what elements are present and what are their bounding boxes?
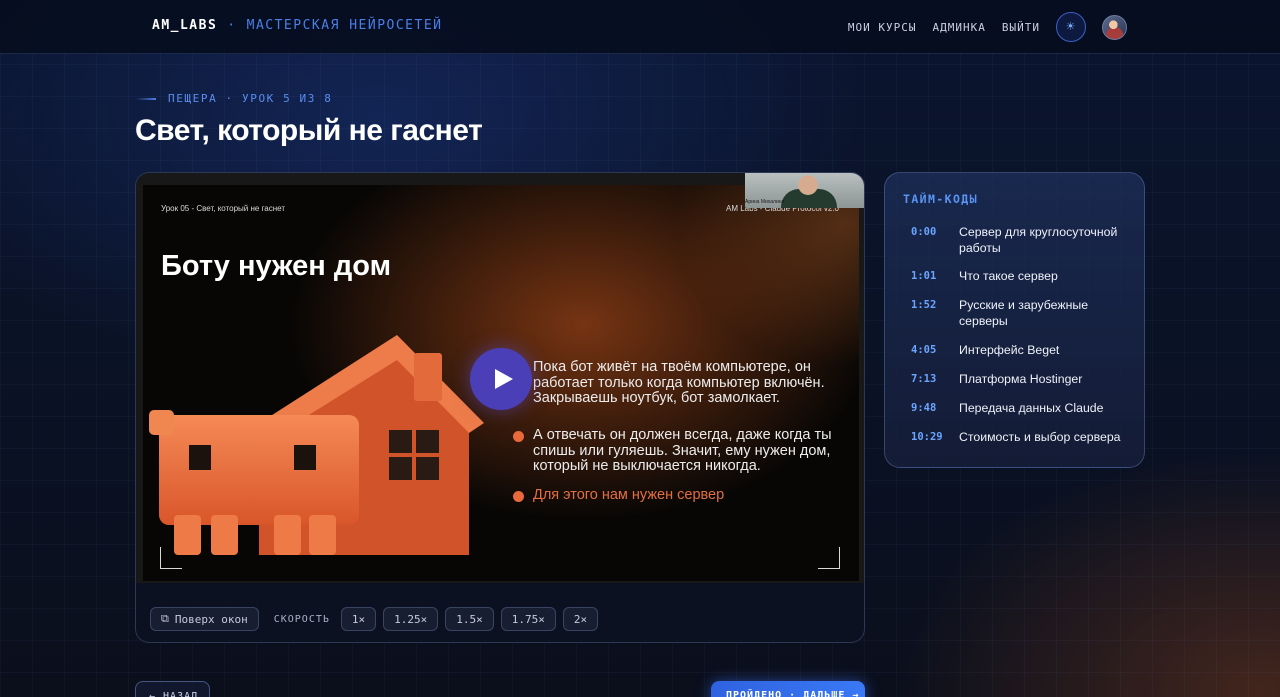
timecode-label: Платформа Hostinger	[959, 372, 1083, 386]
frame-corner-icon	[818, 547, 840, 569]
brand[interactable]: AM_LABS · МАСТЕРСКАЯ НЕЙРОСЕТЕЙ	[152, 18, 443, 33]
nav-my-courses[interactable]: МОИ КУРСЫ	[848, 21, 917, 34]
slide-bullet-text: А отвечать он должен всегда, даже когда …	[533, 427, 832, 474]
timecode-item[interactable]: 10:29 Стоимость и выбор сервера	[911, 430, 1136, 446]
timecode-time: 0:00	[911, 226, 937, 238]
house-illustration	[149, 335, 484, 555]
timecode-item[interactable]: 7:13 Платформа Hostinger	[911, 372, 1136, 388]
back-button[interactable]: ← НАЗАД	[135, 681, 210, 697]
speed-2x-button[interactable]: 2×	[562, 607, 599, 631]
timecode-item[interactable]: 0:00 Сервер для круглосуточной работы	[911, 225, 1136, 256]
page-title: Свет, который не гаснет	[135, 114, 483, 147]
speed-1-25x-button[interactable]: 1.25×	[383, 607, 439, 631]
frame-corner-icon	[160, 547, 182, 569]
speed-1-75x-button[interactable]: 1.75×	[500, 607, 556, 631]
slide-bullet: А отвечать он должен всегда, даже когда …	[513, 427, 853, 475]
brand-tagline: МАСТЕРСКАЯ НЕЙРОСЕТЕЙ	[246, 18, 443, 33]
timecode-time: 1:52	[911, 299, 937, 311]
brand-separator: ·	[227, 18, 237, 33]
timecode-label: Стоимость и выбор сервера	[959, 430, 1121, 444]
timecode-time: 7:13	[911, 373, 937, 385]
timecode-label: Интерфейс Beget	[959, 343, 1060, 357]
timecode-item[interactable]: 4:05 Интерфейс Beget	[911, 343, 1136, 359]
video-player[interactable]: Урок 05 - Свет, который не гаснет AM Lab…	[136, 173, 864, 583]
slide-bullet: Для этого нам нужен сервер	[513, 487, 853, 504]
timecode-label: Русские и зарубежные серверы	[959, 298, 1089, 328]
breadcrumb-line	[136, 97, 156, 100]
timecode-label: Передача данных Claude	[959, 401, 1104, 415]
nav-logout[interactable]: ВЫЙТИ	[1002, 21, 1040, 34]
timecode-time: 1:01	[911, 270, 937, 282]
avatar[interactable]	[1102, 14, 1127, 40]
bullet-dot-icon	[513, 431, 524, 442]
webcam-face	[795, 173, 821, 195]
slide-bullet-text: Для этого нам нужен сервер	[533, 487, 725, 503]
webcam-name: Арина Михалина	[745, 199, 785, 205]
pip-icon: ⧉	[161, 612, 169, 625]
timecodes-panel: ТАЙМ-КОДЫ 0:00 Сервер для круглосуточной…	[884, 172, 1145, 468]
timecode-item[interactable]: 9:48 Передача данных Claude	[911, 401, 1136, 417]
picture-in-picture-button[interactable]: ⧉ Поверх окон	[150, 607, 259, 631]
timecode-item[interactable]: 1:52 Русские и зарубежные серверы	[911, 298, 1136, 329]
speed-1x-button[interactable]: 1×	[340, 607, 377, 631]
timecode-time: 9:48	[911, 402, 937, 414]
sun-icon: ☀	[1066, 19, 1076, 35]
player-controls: ⧉ Поверх окон СКОРОСТЬ 1× 1.25× 1.5× 1.7…	[150, 607, 599, 631]
complete-next-button[interactable]: ПРОЙДЕНО · ДАЛЬШЕ →	[711, 681, 865, 697]
slide-caption-left: Урок 05 - Свет, который не гаснет	[161, 204, 286, 213]
webcam-overlay: Арина Михалина	[745, 173, 864, 208]
bullet-dot-icon	[513, 491, 524, 502]
timecodes-title: ТАЙМ-КОДЫ	[903, 192, 978, 206]
nav-admin[interactable]: АДМИНКА	[933, 21, 986, 34]
video-card: Урок 05 - Свет, который не гаснет AM Lab…	[135, 172, 865, 643]
slide-paragraph: Пока бот живёт на твоём компьютере, он р…	[533, 359, 825, 406]
timecode-label: Сервер для круглосуточной работы	[959, 225, 1118, 255]
speed-1-5x-button[interactable]: 1.5×	[445, 607, 494, 631]
timecode-item[interactable]: 1:01 Что такое сервер	[911, 269, 1136, 285]
timecode-time: 10:29	[911, 431, 943, 443]
timecode-time: 4:05	[911, 344, 937, 356]
pip-label: Поверх окон	[174, 612, 248, 626]
speed-label: СКОРОСТЬ	[273, 613, 330, 625]
timecode-label: Что такое сервер	[959, 269, 1058, 283]
slide-heading: Боту нужен дом	[161, 250, 392, 282]
breadcrumb: ПЕЩЕРА · УРОК 5 ИЗ 8	[136, 92, 332, 105]
main-nav: МОИ КУРСЫ АДМИНКА ВЫЙТИ ☀	[848, 12, 1127, 42]
breadcrumb-text: ПЕЩЕРА · УРОК 5 ИЗ 8	[168, 92, 333, 105]
top-bar: AM_LABS · МАСТЕРСКАЯ НЕЙРОСЕТЕЙ МОИ КУРС…	[0, 0, 1280, 54]
play-button[interactable]	[470, 348, 532, 410]
brand-name: AM_LABS	[152, 18, 218, 33]
theme-toggle-button[interactable]: ☀	[1056, 12, 1086, 42]
